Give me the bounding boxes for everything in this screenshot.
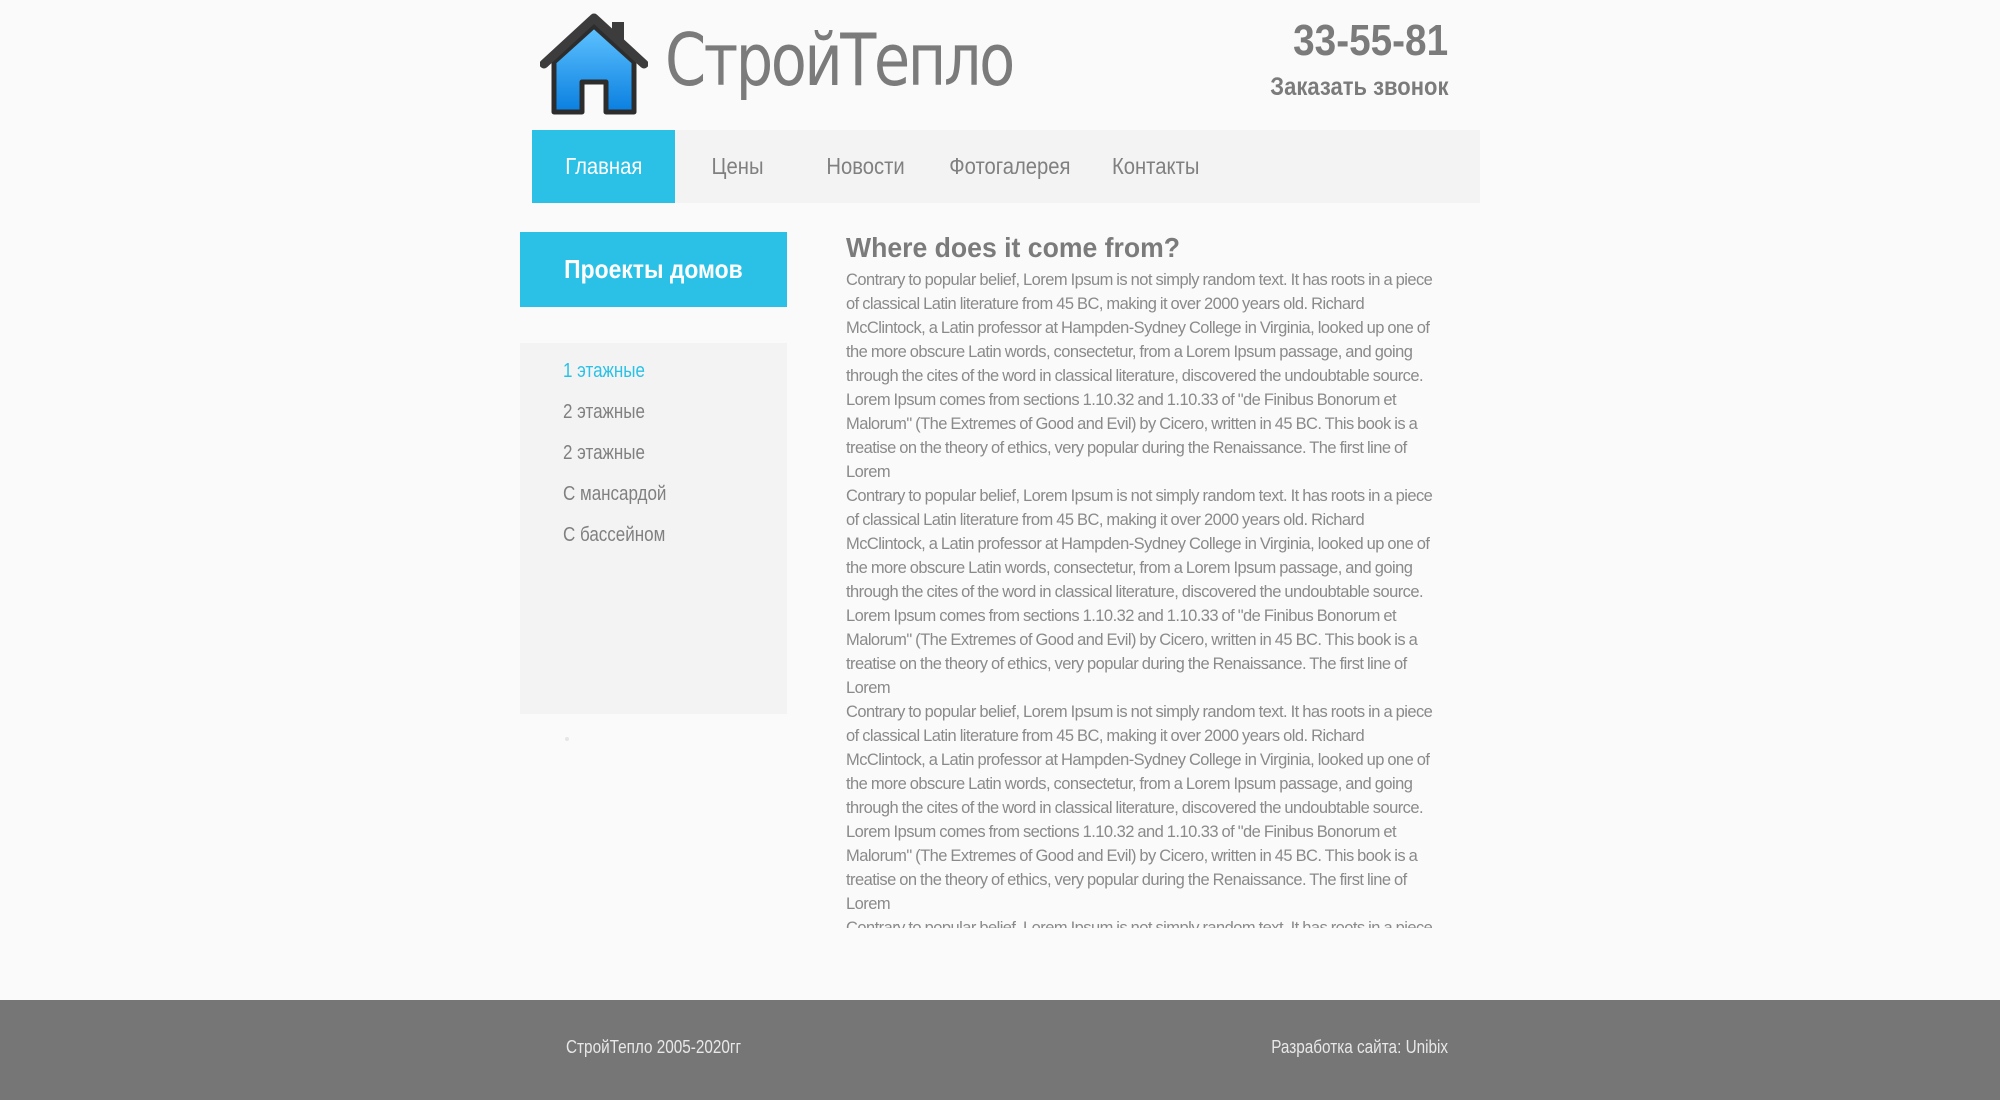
nav-item-label: Фотогалерея <box>948 153 1071 179</box>
sidebar-menu: 1 этажные 2 этажные 2 этажные С мансардо… <box>520 343 787 714</box>
sidebar-title: Проекты домов <box>520 232 787 307</box>
content-paragraph: Contrary to popular belief, Lorem Ipsum … <box>846 487 1433 697</box>
sidebar-item-label: С бассейном <box>563 524 666 546</box>
nav-item-gallery[interactable]: Фотогалерея <box>932 130 1087 203</box>
main-nav: Главная Цены Новости Фотогалерея Контакт… <box>532 130 1480 203</box>
nav-item-contacts[interactable]: Контакты <box>1087 130 1225 203</box>
nav-item-label: Главная <box>564 153 643 179</box>
sidebar-title-label: Проекты домов <box>564 254 743 284</box>
footer-copyright: СтройТепло 2005-2020гг <box>566 1037 742 1057</box>
callback-link[interactable]: Заказать звонок <box>1270 73 1448 102</box>
sidebar-item-attic[interactable]: С мансардой <box>520 474 787 515</box>
sidebar-item-2-floor-alt[interactable]: 2 этажные <box>520 433 787 474</box>
site-footer: СтройТепло 2005-2020гг Разработка сайта:… <box>0 1000 2000 1100</box>
nav-item-label: Цены <box>711 153 764 179</box>
sidebar-item-label: 1 этажные <box>563 360 645 382</box>
footer-developer-link[interactable]: Разработка сайта: Unibix <box>1271 1037 1448 1058</box>
sidebar-item-label: 2 этажные <box>563 442 645 464</box>
content-paragraph: Contrary to popular belief, Lorem Ipsum … <box>846 919 1433 928</box>
page-title: Where does it come from? <box>846 232 1181 263</box>
content-paragraph: Contrary to popular belief, Lorem Ipsum … <box>846 703 1433 913</box>
phone-number: 33-55-81 <box>1292 16 1448 65</box>
house-logo-icon[interactable] <box>540 12 648 118</box>
sidebar-item-2-floor[interactable]: 2 этажные <box>520 392 787 433</box>
sidebar-item-label: 2 этажные <box>563 401 645 423</box>
sidebar-item-1-floor[interactable]: 1 этажные <box>520 351 787 392</box>
site-header: СтройТепло 33-55-81 Заказать звонок <box>0 0 2000 130</box>
sidebar-item-label: С мансардой <box>563 483 667 505</box>
logo-text[interactable]: СтройТепло <box>665 18 1015 102</box>
main-content: Where does it come from? Contrary to pop… <box>846 232 1446 928</box>
sidebar-item-pool[interactable]: С бассейном <box>520 515 787 556</box>
nav-item-label: Контакты <box>1112 153 1200 179</box>
nav-item-prices[interactable]: Цены <box>675 130 800 203</box>
nav-item-home[interactable]: Главная <box>532 130 675 203</box>
content-paragraph: Contrary to popular belief, Lorem Ipsum … <box>846 271 1433 481</box>
decorative-dot <box>565 737 569 741</box>
nav-item-news[interactable]: Новости <box>800 130 932 203</box>
nav-item-label: Новости <box>826 153 906 179</box>
